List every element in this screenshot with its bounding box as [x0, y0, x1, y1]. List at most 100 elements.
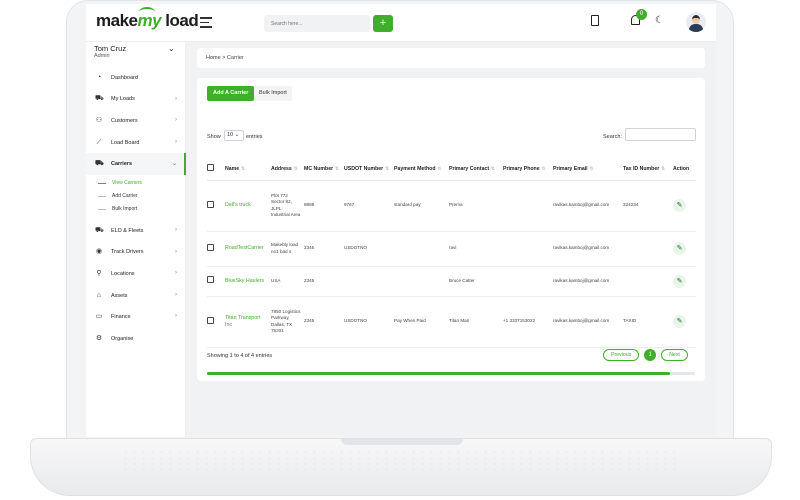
previous-button[interactable]: Previous [603, 349, 640, 361]
row-checkbox[interactable] [207, 243, 214, 251]
sidebar-item-eld-fleets[interactable]: ⛟ ELD & Fleets › [86, 220, 186, 242]
mc-cell: 2345 [304, 296, 344, 348]
email-cell: ravikas.kamboj@gmail.com [553, 266, 623, 297]
address-cell: USA [271, 266, 304, 297]
column-header[interactable]: Action [673, 158, 696, 181]
search-input[interactable] [264, 15, 370, 32]
sidebar-item-track-drivers[interactable]: ◉ Track Drivers › [86, 242, 186, 264]
column-header[interactable]: MC Number ⇅ [304, 158, 344, 181]
document-icon[interactable] [591, 15, 599, 26]
edit-icon[interactable]: ✎ [673, 274, 686, 288]
chevron-down-icon[interactable]: ⌄ [168, 44, 175, 53]
entries-label: entries [246, 134, 263, 140]
carrier-icon: ⛟ [95, 160, 104, 168]
sidebar-item-carriers[interactable]: ⛟ Carriers ⌄ [86, 153, 186, 175]
tax-cell: TAXID [623, 296, 673, 348]
row-checkbox[interactable] [207, 276, 214, 284]
horizontal-scrollbar[interactable] [207, 372, 695, 375]
column-header[interactable]: Primary Email ⇅ [553, 158, 623, 181]
briefcase-icon: ⌂ [96, 291, 102, 299]
theme-toggle-icon[interactable]: ☾ [655, 15, 664, 26]
tax-cell [623, 231, 673, 267]
sidebar-item-customers[interactable]: ⚇ Customers › [86, 110, 186, 132]
phone-cell [503, 180, 553, 232]
pagination: Previous 1 Next [603, 349, 688, 361]
payment-cell: Pay When Paid [394, 296, 449, 348]
table-search-input[interactable] [625, 128, 696, 141]
contact-cell: Titan Man [449, 296, 503, 348]
select-all-checkbox[interactable] [207, 164, 214, 172]
users-icon: ⚇ [95, 116, 103, 124]
column-header[interactable]: Name ⇅ [225, 158, 271, 181]
chevron-right-icon: › [175, 248, 177, 255]
truck-icon: ⛟ [95, 95, 104, 103]
sidebar-item-load-board[interactable]: ⟋ Load Board › [86, 132, 186, 154]
chevron-down-icon: ⌄ [171, 161, 177, 168]
sidebar-item-organise[interactable]: ⚙ Organise [86, 328, 186, 350]
sidebar: Tom Cruz Admin ⌄ ◔ Dashboard ⛟ My Loads › ⚇… [86, 42, 186, 437]
bulk-import-button[interactable]: Bulk Import [254, 86, 292, 101]
logo[interactable]: makemy load [96, 11, 199, 31]
carrier-name-link[interactable]: Dell's truck [225, 180, 271, 232]
carrier-name-link[interactable]: BlueSky Haulers [225, 266, 271, 297]
calendar-icon: ▭ [95, 313, 103, 321]
row-checkbox[interactable] [207, 200, 214, 208]
carrier-name-link[interactable]: Titan Transport Inc [225, 296, 271, 348]
address-cell: 7850 Logistics Parkway, Dallas, TX 75201 [271, 296, 304, 348]
sidebar-item-locations[interactable]: ⚲ Locations › [86, 263, 186, 285]
edit-icon[interactable]: ✎ [673, 242, 686, 255]
column-header[interactable]: Primary Phone ⇅ [503, 158, 553, 181]
next-button[interactable]: Next [661, 349, 688, 361]
table-row: Titan Transport Inc 7850 Logistics Parkw… [207, 296, 696, 348]
map-pin-icon: ⚲ [96, 269, 102, 277]
sidebar-item-assets[interactable]: ⌂ Assets › [86, 285, 186, 307]
chevron-right-icon: › [175, 138, 177, 145]
sub-item-bulk-import[interactable]: Bulk Import [86, 203, 186, 216]
page-size-select[interactable]: 10 ⌄ [224, 130, 244, 141]
table-row: RoadTestCarrier Makebly load no1 bad s 2… [207, 231, 696, 267]
column-header[interactable]: Payment Method ⇅ [394, 158, 449, 181]
sub-item-add-carrier[interactable]: Add Carrier [86, 190, 186, 203]
sidebar-item-finance[interactable]: ▭ Finance › [86, 306, 186, 328]
column-header[interactable]: Address ⇅ [271, 158, 304, 181]
column-header[interactable]: Primary Contact ⇅ [449, 158, 503, 181]
sidebar-item-my-loads[interactable]: ⛟ My Loads › [86, 89, 186, 111]
breadcrumb: Home > Carrier [197, 48, 705, 68]
page-1-button[interactable]: 1 [644, 349, 657, 361]
edit-icon[interactable]: ✎ [673, 199, 686, 212]
table-row: Dell's truck Plot 772 Sector 82, JLPL In… [207, 180, 696, 232]
chevron-right-icon: › [175, 270, 177, 277]
dashboard-icon: ◔ [96, 73, 102, 81]
hamburger-menu-icon[interactable] [200, 17, 212, 28]
carrier-name-link[interactable]: RoadTestCarrier [225, 231, 271, 267]
add-button[interactable]: + [373, 15, 393, 32]
chevron-right-icon: › [175, 313, 177, 320]
location-pin-icon: ◉ [95, 248, 103, 256]
avatar[interactable] [686, 12, 706, 32]
usdot-cell [344, 266, 394, 297]
table-search-label: Search: [603, 134, 622, 140]
column-header[interactable]: USDOT Number ⇅ [344, 158, 394, 181]
contact-cell: Bruce Catter [449, 266, 503, 297]
phone-cell [503, 266, 553, 297]
sidebar-item-dashboard[interactable]: ◔ Dashboard [86, 67, 186, 89]
app-screen: makemy load + 0 ☾ Tom Cruz Admin ⌄ ◔Dash… [86, 4, 716, 437]
usdot-cell: USDOTNO [344, 231, 394, 267]
top-bar: makemy load + 0 ☾ [86, 4, 716, 42]
row-checkbox[interactable] [207, 316, 214, 324]
carriers-table: Name ⇅ Address ⇅ MC Number ⇅ USDOT Number ⇅ … [207, 158, 696, 348]
usdot-cell: 9767 [344, 180, 394, 232]
column-header[interactable]: Tax ID Number ⇅ [623, 158, 673, 181]
payment-cell [394, 266, 449, 297]
mc-cell: 8888 [304, 180, 344, 232]
chevron-right-icon: › [175, 291, 177, 298]
add-carrier-button[interactable]: Add A Carrier [207, 86, 255, 101]
sub-item-view-carriers[interactable]: View Carriers [86, 177, 186, 190]
edit-icon[interactable]: ✎ [673, 315, 686, 328]
user-name: Tom Cruz [94, 44, 127, 53]
mc-cell: 2345 [304, 231, 344, 267]
tax-cell: 324234 [623, 180, 673, 232]
chevron-right-icon: › [175, 95, 177, 102]
fleet-icon: ⛟ [95, 226, 104, 234]
address-cell: Makebly load no1 bad s [271, 231, 304, 267]
